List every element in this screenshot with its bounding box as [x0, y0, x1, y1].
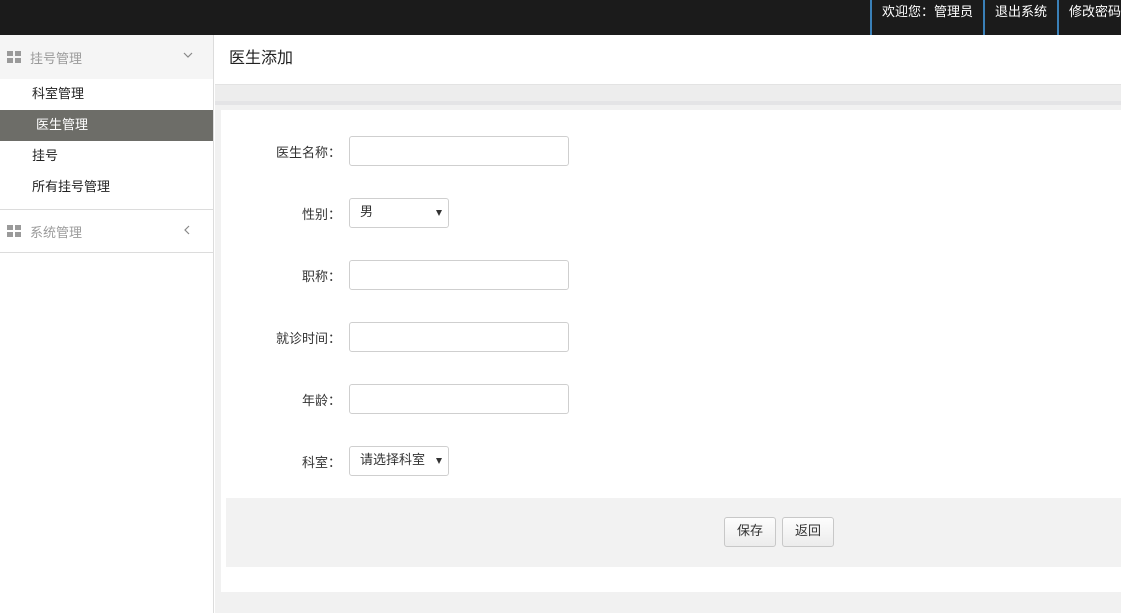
top-bar: 欢迎您：管理员 退出系统 修改密码	[0, 0, 1121, 35]
age-input[interactable]	[349, 384, 569, 414]
top-links: 欢迎您：管理员 退出系统 修改密码	[869, 0, 1121, 35]
chevron-down-icon	[183, 52, 193, 58]
doctor-name-label: 医生名称：	[275, 145, 341, 161]
form-row-age: 年龄：	[221, 384, 821, 414]
back-button[interactable]: 返回	[782, 517, 835, 547]
menu-group-system[interactable]: 系统管理	[0, 209, 213, 253]
form-row-visit-time: 就诊时间：	[221, 322, 821, 352]
form-card: 医生名称： 性别： 男 职称： 就诊时间： 年龄： 科室： 请选择科室 保存 返…	[221, 110, 1121, 592]
header-strip	[215, 85, 1121, 105]
form-row-gender: 性别： 男	[221, 198, 821, 228]
button-bar: 保存 返回	[226, 498, 1121, 567]
sidebar-item-departments[interactable]: 科室管理	[0, 79, 213, 110]
form-row-department: 科室： 请选择科室	[221, 446, 821, 476]
department-label: 科室：	[301, 455, 341, 471]
form-row-doctor-name: 医生名称：	[221, 136, 821, 166]
grid-icon	[7, 225, 21, 237]
welcome-text: 欢迎您：管理员	[869, 0, 983, 35]
dropdown-caret-icon	[436, 210, 442, 216]
title-label: 职称：	[301, 269, 341, 285]
gender-select[interactable]: 男	[349, 198, 449, 228]
main-content: 医生添加 医生名称： 性别： 男 职称： 就诊时间： 年龄： 科室： 请选择科室…	[215, 35, 1121, 613]
form-row-title: 职称：	[221, 260, 821, 290]
age-label: 年龄：	[301, 393, 341, 409]
menu-items: 科室管理 医生管理 挂号 所有挂号管理	[0, 79, 213, 209]
change-password-link[interactable]: 修改密码	[1056, 0, 1121, 35]
department-value: 请选择科室	[360, 453, 426, 468]
page-title: 医生添加	[229, 48, 294, 67]
department-select[interactable]: 请选择科室	[349, 446, 449, 476]
menu-group-title: 挂号管理	[30, 51, 83, 67]
sidebar-item-doctors[interactable]: 医生管理	[0, 110, 213, 141]
grid-icon	[7, 51, 21, 63]
sidebar: 挂号管理 科室管理 医生管理 挂号 所有挂号管理 系统管理	[0, 35, 214, 613]
visit-time-input[interactable]	[349, 322, 569, 352]
dropdown-caret-icon	[436, 458, 442, 464]
logout-link[interactable]: 退出系统	[982, 0, 1057, 35]
menu-group-title: 系统管理	[30, 225, 83, 241]
menu-group-registration[interactable]: 挂号管理	[0, 35, 213, 79]
save-button[interactable]: 保存	[724, 517, 777, 547]
gender-value: 男	[360, 205, 374, 220]
gender-label: 性别：	[301, 207, 341, 223]
visit-time-label: 就诊时间：	[275, 331, 341, 347]
doctor-name-input[interactable]	[349, 136, 569, 166]
sidebar-item-register[interactable]: 挂号	[0, 141, 213, 172]
sidebar-item-all-registrations[interactable]: 所有挂号管理	[0, 172, 213, 203]
chevron-left-icon	[184, 225, 190, 235]
page-header: 医生添加	[215, 35, 1121, 85]
title-input[interactable]	[349, 260, 569, 290]
